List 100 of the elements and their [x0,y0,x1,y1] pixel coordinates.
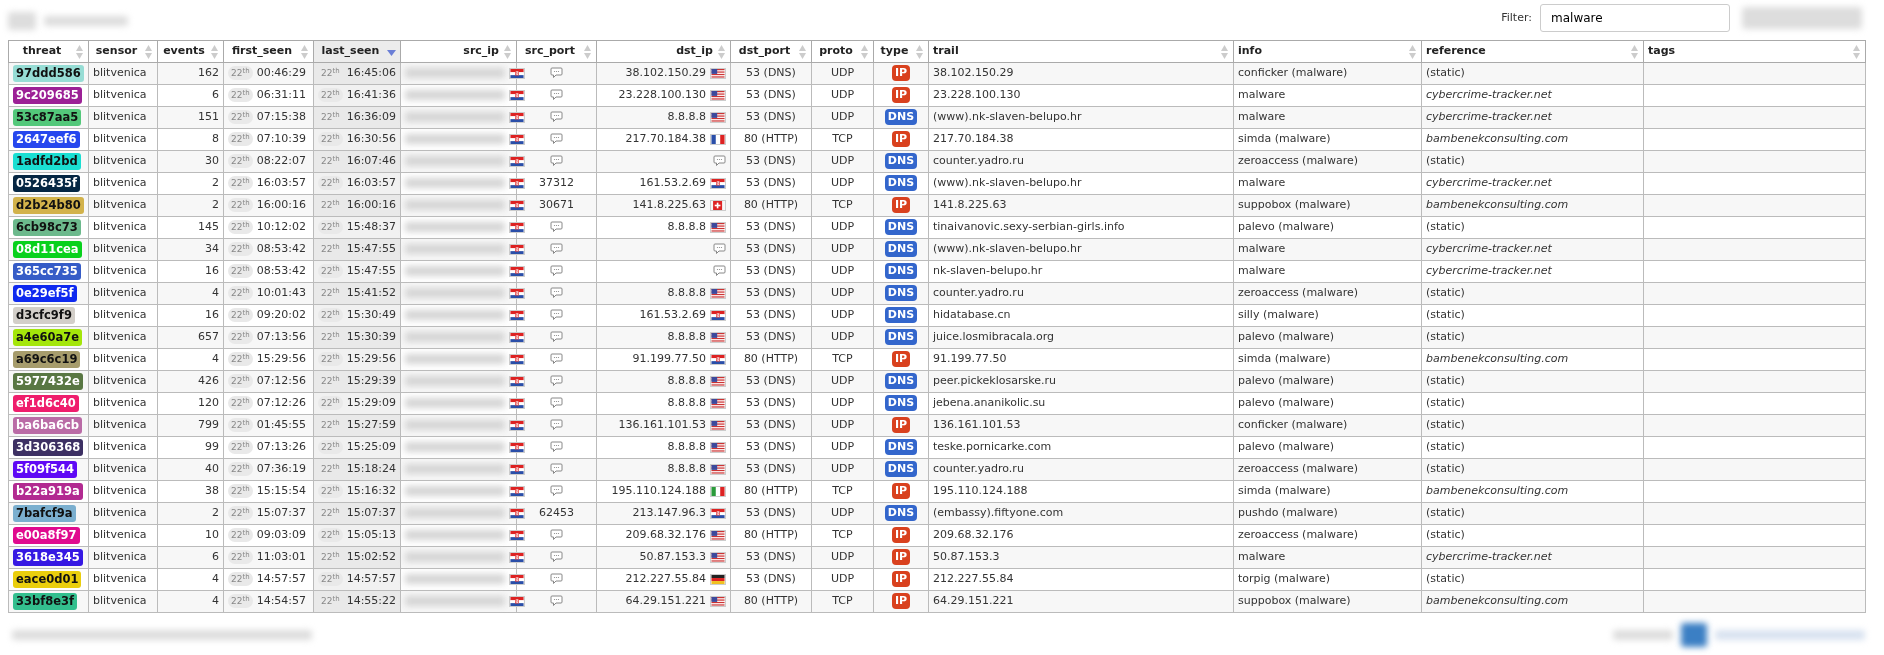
threat-id-tag[interactable]: 0e29ef5f [13,284,77,302]
table-cell: 4 [157,348,224,371]
column-header[interactable]: type [873,40,929,63]
table-cell: 80 (HTTP) [730,480,812,503]
column-header[interactable]: proto [811,40,874,63]
table-cell: UDP [811,436,874,459]
column-header[interactable]: src_port [516,40,597,63]
table-cell: (static) [1421,216,1644,239]
threat-id-tag[interactable]: 33bf8e3f [13,592,78,610]
table-cell: 195.110.124.188 [928,480,1234,503]
table-cell: cybercrime-tracker.net [1421,546,1644,569]
day-pill: 22$^{th}$ [318,308,343,323]
table-cell: counter.yadro.ru [928,150,1234,173]
threat-id-tag[interactable]: 7bafcf9a [13,504,76,522]
column-header[interactable]: events [157,40,224,63]
ip-text: 23.228.100.130 [618,88,706,102]
table-cell: (static) [1421,524,1644,547]
threat-id-tag[interactable]: 0526435f [13,174,80,192]
day-pill: 22$^{th}$ [228,572,253,587]
day-pill: 22$^{th}$ [228,66,253,81]
table-cell: simda (malware) [1233,128,1422,151]
threat-id-tag[interactable]: ba6ba6cb [13,416,83,434]
threat-id-tag[interactable]: eace0d01 [13,570,82,588]
threat-id-tag[interactable]: 1adfd2bd [13,152,81,170]
speech-bubble-icon [550,485,563,498]
column-header[interactable]: src_ip [400,40,517,63]
threat-id-tag[interactable]: e00a8f97 [13,526,80,544]
threat-id-tag[interactable]: ef1d6c40 [13,394,79,412]
ip-text: 136.161.101.53 [618,418,706,432]
threat-id-tag[interactable]: 2647eef6 [13,130,80,148]
table-cell: blitvenica [88,260,158,283]
threat-id-tag[interactable]: 365cc735 [13,262,81,280]
ip-text: 195.110.124.188 [611,484,706,498]
flag-icon [710,89,726,101]
table-cell: counter.yadro.ru [928,458,1234,481]
column-header[interactable]: trail [928,40,1234,63]
threat-id-tag[interactable]: 6cb98c73 [13,218,81,236]
table-cell: UDP [811,260,874,283]
threat-id-tag[interactable]: d2b24b80 [13,196,84,214]
ip-text: 8.8.8.8 [667,330,706,344]
table-cell: blitvenica [88,128,158,151]
table-cell: blitvenica [88,348,158,371]
type-tag: DNS [884,307,918,324]
flag-icon [710,595,726,607]
threat-id-tag[interactable]: 5977432e [13,372,83,390]
time-text: 14:57:57 [256,572,307,586]
threat-id-tag[interactable]: 3618e345 [13,548,83,566]
ip-text: 8.8.8.8 [667,374,706,388]
threat-id-tag[interactable]: a69c6c19 [13,350,81,368]
day-pill: 22$^{th}$ [228,440,253,455]
time-text: 01:45:55 [256,418,307,432]
threat-id-tag[interactable]: b22a919a [13,482,83,500]
column-header[interactable]: dst_port [730,40,812,63]
time-text: 15:30:39 [346,330,397,344]
table-cell: blitvenica [88,304,158,327]
table-cell: 212.227.55.84 [928,568,1234,591]
sort-icon [583,43,592,60]
flag-icon [710,529,726,541]
column-header[interactable]: info [1233,40,1422,63]
table-cell: blitvenica [88,436,158,459]
column-header[interactable]: reference [1421,40,1644,63]
time-text: 16:45:06 [346,66,397,80]
day-pill: 22$^{th}$ [318,396,343,411]
table-cell: cybercrime-tracker.net [1421,238,1644,261]
threat-id-tag[interactable]: 53c87aa5 [13,108,82,126]
time-text: 07:12:26 [256,396,307,410]
table-cell: 53 (DNS) [730,260,812,283]
speech-bubble-icon [550,595,563,608]
table-cell: UDP [811,172,874,195]
column-header[interactable]: sensor [88,40,158,63]
column-header[interactable]: first_seen [223,40,314,63]
filter-field[interactable]: malware [1540,4,1730,32]
table-cell: blitvenica [88,568,158,591]
column-header[interactable]: dst_ip [596,40,731,63]
day-pill: 22$^{th}$ [318,528,343,543]
table-cell: nk-slaven-belupo.hr [928,260,1234,283]
threat-id-tag[interactable]: 5f09f544 [13,460,78,478]
table-cell: zeroaccess (malware) [1233,282,1422,305]
table-cell: 99 [157,436,224,459]
day-pill: 22$^{th}$ [318,220,343,235]
time-text: 14:57:57 [346,572,397,586]
table-cell: palevo (malware) [1233,370,1422,393]
time-text: 07:10:39 [256,132,307,146]
column-header[interactable]: last_seen [313,40,401,63]
threat-id-tag[interactable]: a4e60a7e [13,328,83,346]
table-cell: 38 [157,480,224,503]
column-header[interactable]: tags [1643,40,1866,63]
threat-id-tag[interactable]: 3d306368 [13,438,84,456]
sort-icon [717,43,726,60]
threat-id-tag[interactable]: 9c209685 [13,86,82,104]
threat-id-tag[interactable]: 97ddd586 [13,64,84,82]
time-text: 15:02:52 [346,550,397,564]
table-cell: 64.29.151.221 [928,590,1234,613]
flag-icon [710,397,726,409]
day-pill: 22$^{th}$ [228,330,253,345]
table-cell: UDP [811,304,874,327]
table-cell: pushdo (malware) [1233,502,1422,525]
column-header[interactable]: threat [8,40,89,63]
threat-id-tag[interactable]: d3cfc9f9 [13,306,75,324]
table-cell: simda (malware) [1233,348,1422,371]
